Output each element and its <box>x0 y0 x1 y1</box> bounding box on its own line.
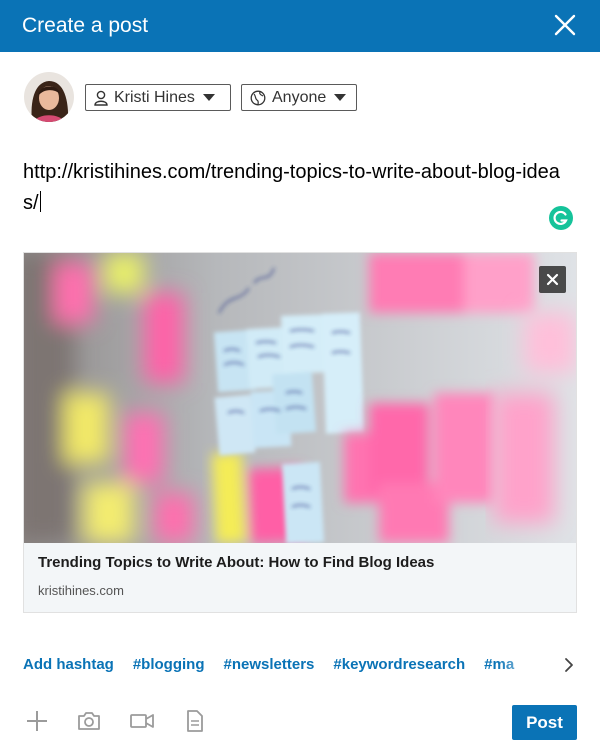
post-button[interactable]: Post <box>512 705 577 740</box>
visibility-selector[interactable]: Anyone <box>241 84 357 111</box>
remove-preview-button[interactable] <box>539 266 566 293</box>
document-icon[interactable] <box>182 708 208 734</box>
dialog-header: Create a post <box>0 0 600 52</box>
chevron-right-icon[interactable] <box>562 655 576 675</box>
preview-title: Trending Topics to Write About: How to F… <box>38 554 435 571</box>
video-icon[interactable] <box>129 708 155 734</box>
add-hashtag-button[interactable]: Add hashtag <box>23 656 114 673</box>
post-text: http://kristihines.com/trending-topics-t… <box>23 161 560 214</box>
user-avatar <box>24 72 74 122</box>
grammarly-icon[interactable] <box>549 206 573 230</box>
person-icon <box>94 90 108 106</box>
close-icon <box>546 273 559 286</box>
caret-down-icon <box>334 94 347 101</box>
post-text-input[interactable]: http://kristihines.com/trending-topics-t… <box>23 157 563 219</box>
caret-down-icon <box>202 94 215 101</box>
visibility-label: Anyone <box>272 88 327 106</box>
preview-image <box>24 253 576 543</box>
hashtag-suggestion[interactable]: #ma <box>484 656 514 673</box>
dialog-title: Create a post <box>22 14 149 37</box>
hashtag-suggestion[interactable]: #newsletters <box>224 656 315 673</box>
globe-icon <box>250 90 266 106</box>
text-cursor <box>39 191 41 212</box>
plus-icon[interactable] <box>24 708 50 734</box>
hashtag-suggestion[interactable]: #keywordresearch <box>333 656 465 673</box>
author-label: Kristi Hines <box>114 88 195 106</box>
preview-domain: kristihines.com <box>38 583 124 598</box>
author-selector[interactable]: Kristi Hines <box>85 84 231 111</box>
close-icon[interactable] <box>552 12 578 38</box>
hashtag-suggestion[interactable]: #blogging <box>133 656 205 673</box>
link-preview-card[interactable]: Trending Topics to Write About: How to F… <box>23 252 577 613</box>
camera-icon[interactable] <box>76 708 102 734</box>
hashtag-suggestions: Add hashtag #blogging #newsletters #keyword… <box>23 656 553 680</box>
